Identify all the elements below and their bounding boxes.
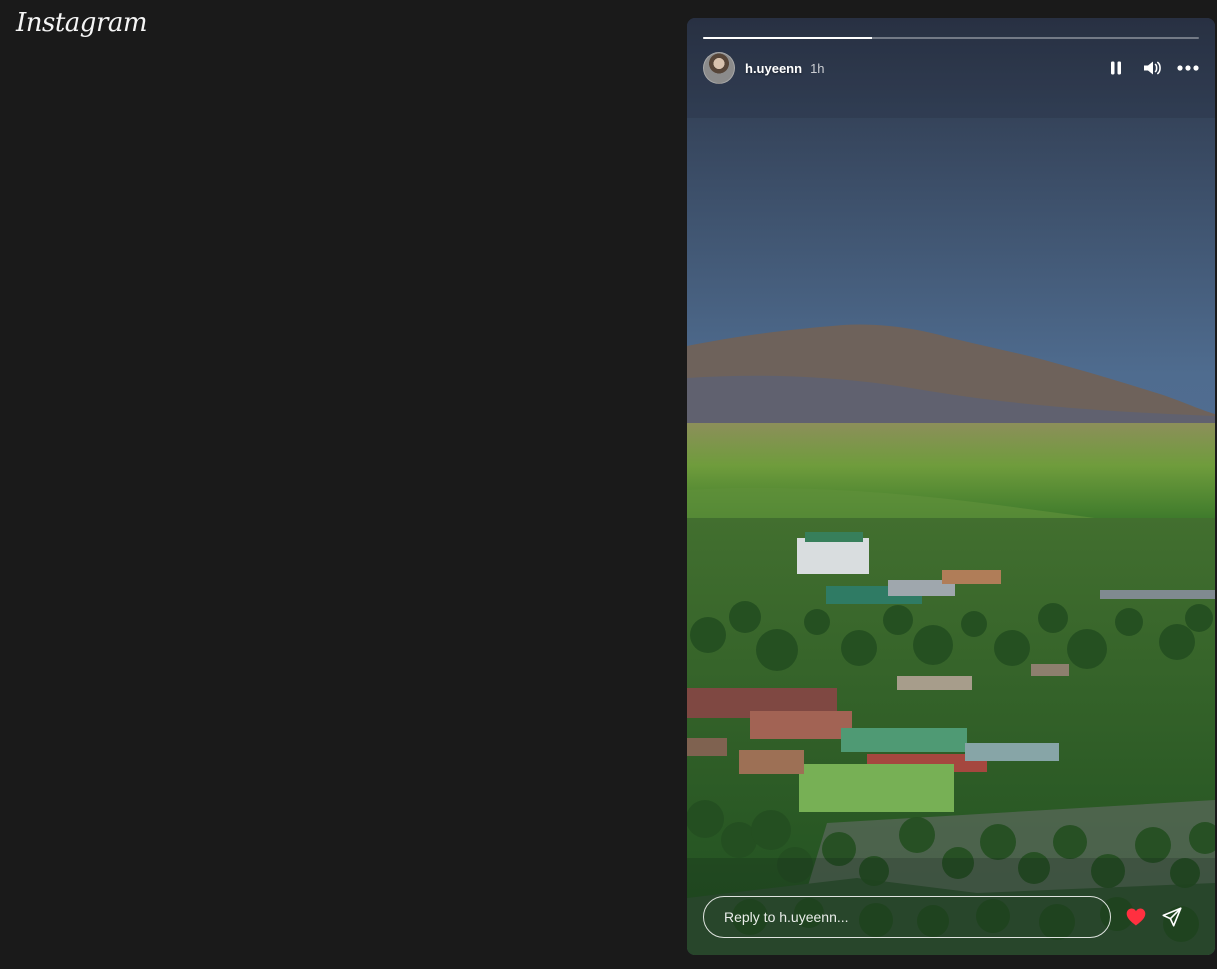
story-viewer-page: Instagram h.uyeenn 1h Reply to h.uyeenn.… xyxy=(0,0,1217,969)
story-progress-fill xyxy=(703,37,872,39)
story-reply-actions xyxy=(1125,906,1183,928)
send-icon xyxy=(1162,907,1182,927)
story-username[interactable]: h.uyeenn xyxy=(745,61,802,76)
pause-button[interactable] xyxy=(1105,57,1127,79)
story-time: 1h xyxy=(810,60,825,76)
more-options-button[interactable] xyxy=(1177,57,1199,79)
share-button[interactable] xyxy=(1161,906,1183,928)
pause-icon xyxy=(1111,61,1121,75)
more-options-icon xyxy=(1177,65,1199,71)
volume-icon xyxy=(1144,61,1161,75)
user-avatar[interactable] xyxy=(703,52,735,84)
story-reply-input[interactable] xyxy=(703,896,1111,938)
story-header-actions xyxy=(1105,57,1199,79)
like-button[interactable] xyxy=(1125,906,1147,928)
story-header: h.uyeenn 1h xyxy=(703,52,1199,84)
story-card[interactable]: h.uyeenn 1h xyxy=(687,18,1215,955)
story-media-image xyxy=(687,18,1215,955)
instagram-logo[interactable]: Instagram xyxy=(16,8,148,38)
heart-icon xyxy=(1126,908,1146,926)
story-reply-bar xyxy=(703,895,1199,939)
story-progress-bar xyxy=(703,37,1199,39)
volume-button[interactable] xyxy=(1141,57,1163,79)
